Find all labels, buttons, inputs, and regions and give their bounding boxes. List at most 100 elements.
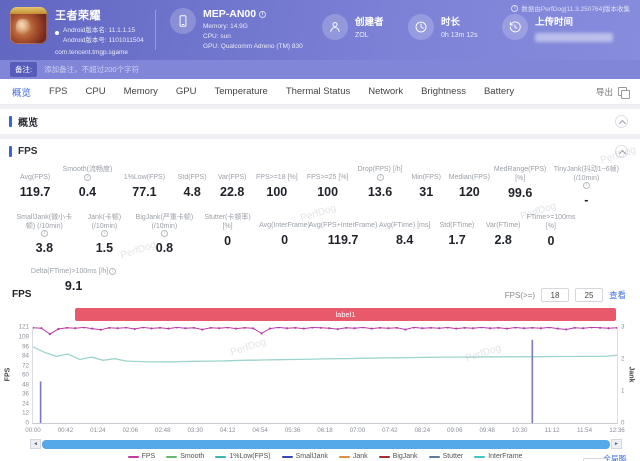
chart-canvas[interactable] [33, 327, 617, 423]
legend-item-7[interactable]: InterFrame [474, 453, 522, 460]
stat-label: Avg(FTime) [ms] [377, 213, 432, 230]
legend-item-4[interactable]: Jank [339, 453, 368, 460]
y-axis-tick-left: 84 [22, 353, 29, 360]
remark-bar[interactable]: 备注: 添加备注，不超过200个字符 [0, 60, 640, 79]
stat-value: 77.1 [119, 185, 170, 199]
stat-value: 0.8 [134, 241, 195, 255]
info-icon[interactable]: i [41, 230, 48, 237]
device-info-icon[interactable]: i [259, 11, 266, 18]
overview-section-title: 概览 [18, 114, 38, 129]
stat-cell: Drop(FPS) [/h]i13.6 [354, 165, 406, 207]
device-name: MEP-AN00 [203, 8, 256, 20]
legend-marker [339, 456, 350, 458]
legend-label: Smooth [180, 453, 204, 460]
legend-marker [282, 456, 293, 458]
info-icon[interactable]: i [377, 174, 384, 181]
export-icon [618, 87, 628, 97]
stat-value: 0 [260, 233, 308, 247]
chart-scrollbar: ◄ ► [30, 439, 622, 449]
legend-label: Jank [353, 453, 368, 460]
scrollbar-right-cap[interactable]: ► [611, 439, 622, 449]
legend-item-2[interactable]: 1%Low(FPS) [215, 453, 270, 460]
x-axis-tick: 02:06 [123, 427, 138, 434]
stat-cell: Avg(InterFrame)0 [258, 213, 310, 255]
fps-stats-row-1: Avg(FPS)119.7Smooth(流畅度)i0.41%Low(FPS)77… [12, 165, 628, 207]
info-icon[interactable]: i [161, 230, 168, 237]
info-icon[interactable]: i [84, 174, 91, 181]
x-axis-tick: 11:54 [577, 427, 592, 434]
stat-label: Std(FPS) [174, 165, 210, 182]
tab-2[interactable]: CPU [86, 86, 106, 97]
fps-threshold-high-input[interactable] [575, 288, 603, 302]
tab-9[interactable]: Battery [484, 86, 514, 97]
tab-6[interactable]: Thermal Status [286, 86, 350, 97]
x-axis-tick: 11:12 [545, 427, 560, 434]
stat-label: Drop(FPS) [/h]i [356, 165, 404, 182]
x-axis-tick: 08:24 [415, 427, 430, 434]
info-icon[interactable]: i [101, 230, 108, 237]
tab-5[interactable]: Temperature [214, 86, 267, 97]
package-name: com.tencent.tmgp.sgame [55, 48, 144, 58]
stat-value: 100 [303, 185, 351, 199]
stat-value: 8.4 [377, 233, 432, 247]
stat-value: 119.7 [313, 233, 374, 247]
legend-item-0[interactable]: FPS [128, 453, 156, 460]
tab-4[interactable]: GPU [176, 86, 197, 97]
fps-threshold-view-link[interactable]: 查看 [609, 289, 626, 301]
y-axis-tick-left: 121 [19, 324, 29, 331]
tab-7[interactable]: Network [368, 86, 403, 97]
stat-value: 100 [254, 185, 299, 199]
y-axis-tick-right: 1 [621, 388, 624, 395]
y-axis-tick-left: 48 [22, 381, 29, 388]
export-button[interactable]: 导出 [596, 86, 628, 98]
y-axis-tick-left: 12 [22, 410, 29, 417]
legend-item-1[interactable]: Smooth [166, 453, 204, 460]
series-1%Low(FPS) [33, 347, 617, 362]
stat-cell: Std(FTime)1.7 [434, 213, 480, 255]
legend-label: Stutter [443, 453, 464, 460]
tab-3[interactable]: Memory [124, 86, 158, 97]
stat-label: Avg(FPS+InterFrame) [313, 213, 374, 230]
info-icon: i [511, 5, 518, 12]
stat-label: MedRange(FPS)[%] [494, 165, 545, 183]
stat-cell: Std(FPS)4.8 [172, 165, 212, 207]
stat-label: Std(FTime) [436, 213, 478, 230]
section-accent-bar [9, 146, 12, 157]
x-axis-tick: 06:18 [317, 427, 332, 434]
info-icon[interactable]: i [109, 268, 116, 275]
stat-cell: FPS>=25 [%]100 [301, 165, 353, 207]
history-icon [502, 14, 528, 40]
collapse-fps-button[interactable] [615, 145, 628, 158]
duration-label: 时长 [441, 14, 478, 28]
legend-item-6[interactable]: Stutter [429, 453, 464, 460]
stat-cell: FTime>=100ms [%]0 [526, 213, 575, 255]
fps-threshold-low-input[interactable] [541, 288, 569, 302]
clock-icon [408, 14, 434, 40]
bullet-dot-icon [55, 31, 59, 35]
stat-value: - [550, 193, 623, 207]
legend-marker [474, 456, 485, 458]
legend-label: FPS [142, 453, 156, 460]
scrollbar-thumb[interactable] [42, 440, 610, 449]
overview-section: 概览 [0, 109, 640, 134]
legend-item-5[interactable]: BigJank [379, 453, 418, 460]
tab-8[interactable]: Brightness [421, 86, 466, 97]
tab-1[interactable]: FPS [49, 86, 67, 97]
legend-marker [379, 456, 390, 458]
upload-time-label: 上传时间 [535, 14, 613, 28]
info-icon[interactable]: i [583, 182, 590, 189]
fps-line-chart[interactable]: 12110996847260483624120321000:0000:4201:… [32, 327, 618, 424]
stat-cell: Smooth(流畅度)i0.4 [58, 165, 117, 207]
tab-bar: 概览 FPS CPU Memory GPU Temperature Thermal Stat… [0, 79, 640, 105]
game-app-icon [10, 7, 47, 44]
scrollbar-left-cap[interactable]: ◄ [30, 439, 41, 449]
phone-icon [170, 8, 196, 34]
collapse-overview-button[interactable] [615, 115, 628, 128]
tab-0[interactable]: 概览 [12, 85, 31, 99]
stat-cell: Median(FPS)120 [446, 165, 492, 207]
legend-marker [429, 456, 440, 458]
scene-label-band[interactable]: label1 [75, 308, 616, 321]
x-axis-tick: 07:42 [382, 427, 397, 434]
legend-item-3[interactable]: SmallJank [282, 453, 328, 460]
remark-placeholder[interactable]: 添加备注，不超过200个字符 [44, 64, 139, 75]
